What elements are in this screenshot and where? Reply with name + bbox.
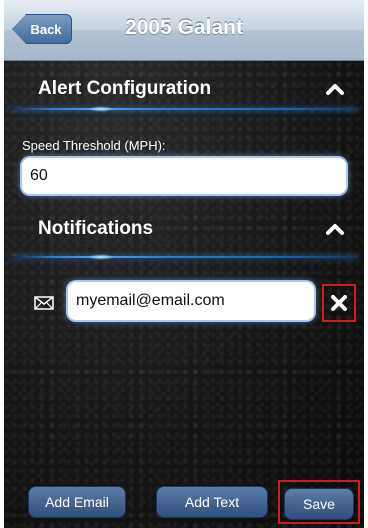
notifications-header[interactable]: Notifications	[4, 208, 364, 252]
envelope-icon	[34, 296, 54, 310]
remove-email-button[interactable]	[322, 284, 356, 322]
close-icon	[331, 295, 347, 311]
section-title-notifications: Notifications	[38, 218, 154, 239]
speed-threshold-label: Speed Threshold (MPH):	[22, 138, 166, 153]
navigation-bar: Back 2005 Galant	[4, 0, 364, 61]
email-input[interactable]: myemail@email.com	[68, 282, 314, 320]
add-text-button[interactable]: Add Text	[156, 486, 268, 518]
alert-configuration-header[interactable]: Alert Configuration	[4, 68, 364, 112]
chevron-up-icon[interactable]	[324, 220, 346, 238]
chevron-up-icon[interactable]	[324, 80, 346, 98]
add-email-button[interactable]: Add Email	[28, 486, 126, 518]
save-button[interactable]: Save	[284, 488, 354, 520]
app-screen: Back 2005 Galant Alert Configuration Spe…	[4, 0, 364, 528]
email-value: myemail@email.com	[76, 292, 225, 309]
speed-threshold-input[interactable]: 60	[22, 158, 346, 194]
section-divider	[10, 108, 358, 110]
speed-threshold-value: 60	[30, 167, 48, 184]
section-title-alert-configuration: Alert Configuration	[38, 78, 212, 99]
divider-glow	[88, 106, 114, 112]
page-title: 2005 Galant	[125, 16, 243, 39]
section-divider	[10, 256, 358, 258]
divider-glow	[88, 254, 114, 260]
